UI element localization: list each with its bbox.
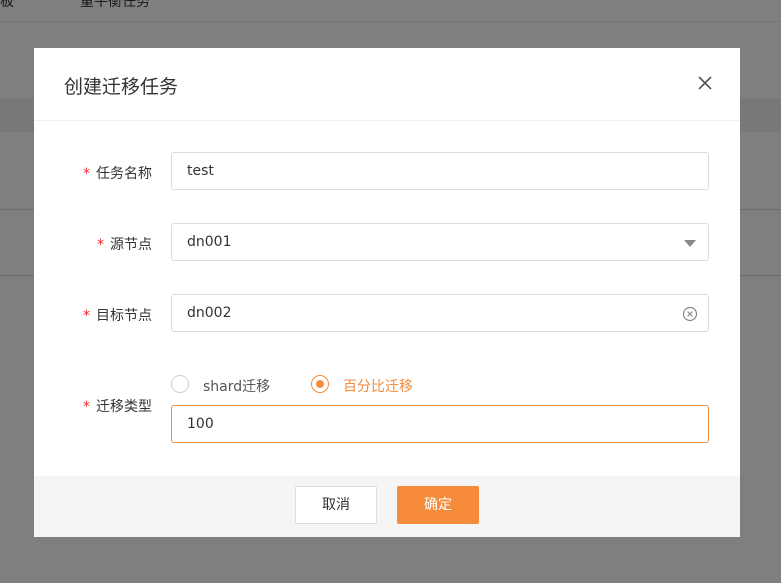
source-node-label-text: 源节点 bbox=[110, 237, 152, 253]
dialog-footer: 取消 确定 bbox=[34, 476, 740, 537]
dialog-header: 创建迁移任务 bbox=[34, 48, 740, 121]
task-name-input[interactable]: test bbox=[171, 152, 709, 190]
cancel-button[interactable]: 取消 bbox=[295, 486, 377, 524]
source-node-label: * 源节点 bbox=[97, 234, 152, 254]
task-name-label: * 任务名称 bbox=[83, 163, 152, 183]
source-node-select[interactable]: dn001 bbox=[171, 223, 709, 261]
target-node-label: * 目标节点 bbox=[83, 305, 152, 325]
task-name-label-text: 任务名称 bbox=[96, 166, 152, 182]
confirm-button[interactable]: 确定 bbox=[397, 486, 479, 524]
radio-circle[interactable] bbox=[171, 375, 189, 393]
target-node-value: dn002 bbox=[187, 305, 232, 321]
migration-type-label: * 迁移类型 bbox=[83, 396, 152, 416]
target-node-select[interactable]: dn002 bbox=[171, 294, 709, 332]
chevron-down-icon[interactable] bbox=[684, 240, 696, 247]
dialog-title: 创建迁移任务 bbox=[64, 76, 179, 98]
required-mark: * bbox=[83, 399, 90, 415]
close-icon[interactable] bbox=[694, 72, 716, 94]
source-node-value: dn001 bbox=[187, 234, 232, 250]
percentage-value: 100 bbox=[187, 416, 214, 432]
task-name-value: test bbox=[187, 163, 214, 179]
migration-type-label-text: 迁移类型 bbox=[96, 399, 152, 415]
radio-percentage-migration-label: 百分比迁移 bbox=[343, 379, 413, 395]
clear-icon[interactable] bbox=[682, 306, 698, 322]
required-mark: * bbox=[83, 308, 90, 324]
radio-circle[interactable] bbox=[311, 375, 329, 393]
create-migration-dialog: 创建迁移任务 * 任务名称 test * 源节点 dn001 * 目标节点 dn002 bbox=[34, 48, 740, 537]
required-mark: * bbox=[97, 237, 104, 253]
required-mark: * bbox=[83, 166, 90, 182]
percentage-input[interactable]: 100 bbox=[171, 405, 709, 443]
radio-shard-migration-label: shard迁移 bbox=[203, 379, 271, 395]
target-node-label-text: 目标节点 bbox=[96, 308, 152, 324]
